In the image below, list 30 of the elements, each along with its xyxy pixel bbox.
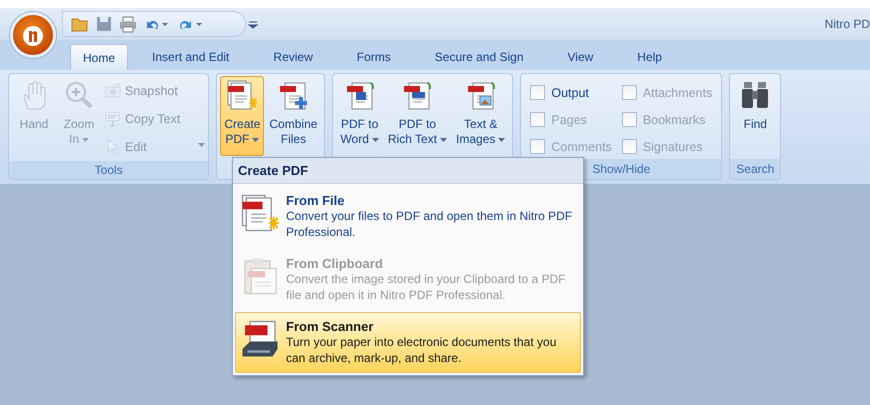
ribbon-button[interactable]: Find: [733, 76, 778, 156]
menu-title: Create PDF: [238, 163, 308, 178]
ribbon-button[interactable]: Combine Files: [265, 76, 322, 156]
ribbon-button[interactable]: Create PDF: [220, 76, 264, 156]
caret-icon: [198, 143, 206, 147]
ribbon-tab[interactable]: Home: [70, 44, 128, 70]
group-label: Show/Hide: [592, 162, 650, 176]
printer-icon[interactable]: [119, 15, 137, 33]
ribbon-tab[interactable]: Help: [625, 44, 674, 70]
ribbon-tab[interactable]: Review: [261, 44, 325, 70]
checkbox-option[interactable]: Output: [530, 82, 612, 103]
ribbon-button[interactable]: Text & Images: [452, 76, 510, 156]
menu-item[interactable]: From File Convert your files to PDF and open them in Nitro PDF Professional.: [235, 186, 581, 247]
ribbon-tab[interactable]: Insert and Edit: [140, 44, 242, 70]
ribbon-tab[interactable]: Forms: [344, 44, 403, 70]
scanner-icon: [240, 319, 280, 359]
documents-icon: [240, 193, 280, 233]
group-label: Search: [736, 162, 774, 176]
zoom-in-icon: [63, 79, 95, 111]
window-title: Nitro PD: [824, 17, 870, 31]
ribbon-tab[interactable]: Secure and Sign: [422, 44, 536, 70]
save-icon[interactable]: [95, 15, 113, 33]
group-label: Tools: [94, 163, 123, 177]
ribbon-tab[interactable]: View: [556, 44, 606, 70]
ribbon-button[interactable]: PDF to Rich Text: [384, 76, 452, 156]
camera-icon: [104, 82, 122, 100]
ribbon-button[interactable]: PDF to Word: [336, 76, 383, 156]
menu-item[interactable]: From Scanner Turn your paper into electronic documents that you can archive, mark-up, and share.: [235, 312, 581, 373]
text-copy-icon: [104, 110, 122, 128]
documents-icon: [226, 79, 258, 111]
